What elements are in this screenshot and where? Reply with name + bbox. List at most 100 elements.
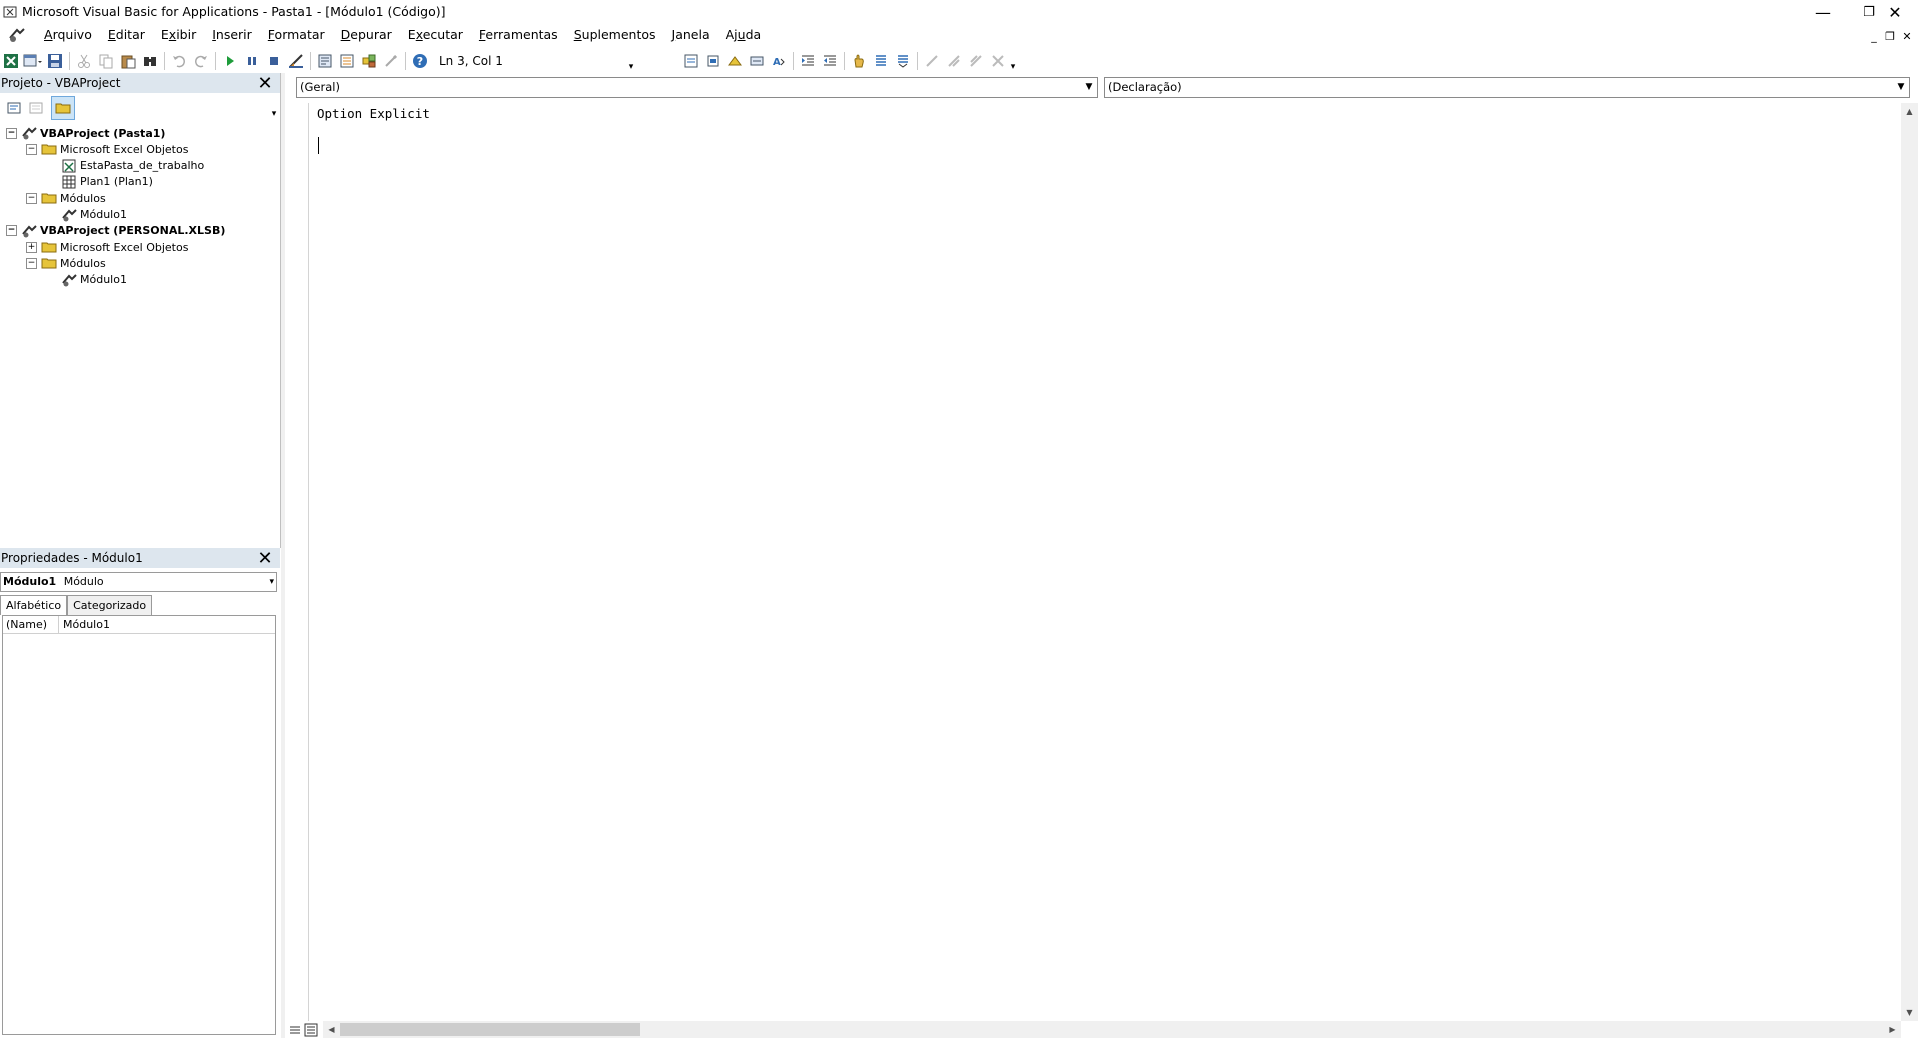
scroll-left-icon[interactable]: ◀	[323, 1021, 340, 1038]
collapse-icon[interactable]: −	[26, 143, 37, 155]
collapse-icon[interactable]: −	[6, 225, 17, 237]
scroll-thumb[interactable]	[340, 1023, 640, 1036]
copy-button[interactable]	[95, 50, 117, 72]
vba-menu-icon[interactable]	[8, 26, 26, 44]
view-object-button[interactable]	[25, 97, 47, 119]
complete-word-button[interactable]: A	[768, 50, 790, 72]
menu-item-ferramentas[interactable]: Ferramentas	[471, 24, 566, 46]
menu-item-janela[interactable]: Janela	[664, 24, 718, 46]
project-explorer-close-button[interactable]: ✕	[256, 73, 274, 94]
redo-button[interactable]	[190, 50, 212, 72]
menu-item-exibir[interactable]: Exibir	[153, 24, 204, 46]
clear-bookmarks-button[interactable]	[987, 50, 1009, 72]
horizontal-scrollbar[interactable]: ◀ ▶	[323, 1021, 1901, 1038]
toggle-bookmark-button[interactable]	[921, 50, 943, 72]
menu-label-part: erramentas	[485, 27, 558, 42]
run-button[interactable]	[219, 50, 241, 72]
toolbox-button[interactable]	[380, 50, 402, 72]
toolbar-options-chevron[interactable]: ▾	[627, 50, 635, 72]
quick-info-button[interactable]	[724, 50, 746, 72]
object-selector[interactable]: Módulo1 Módulo ▾	[0, 572, 277, 592]
save-button[interactable]	[44, 50, 66, 72]
panel-splitter[interactable]	[281, 73, 285, 1038]
tree-item[interactable]: Módulo1	[46, 207, 127, 223]
outdent-button[interactable]	[819, 50, 841, 72]
previous-bookmark-icon	[970, 55, 982, 67]
undo-button[interactable]	[168, 50, 190, 72]
menu-item-formatar[interactable]: Formatar	[260, 24, 333, 46]
procedure-combo[interactable]: (Declaração) ▼	[1104, 77, 1910, 98]
design-mode-button[interactable]	[285, 50, 307, 72]
tree-item[interactable]: − Módulos	[26, 255, 106, 271]
cut-button[interactable]	[73, 50, 95, 72]
properties-icon	[340, 54, 354, 68]
code-editor[interactable]: Option Explicit	[317, 105, 430, 123]
menu-item-arquivo[interactable]: Arquivo	[36, 24, 100, 46]
cursor-position: Ln 3, Col 1	[439, 54, 503, 68]
collapse-icon[interactable]: −	[6, 127, 17, 139]
object-browser-button[interactable]	[358, 50, 380, 72]
toggle-breakpoint-button[interactable]	[848, 50, 870, 72]
close-button[interactable]: ✕	[1872, 0, 1918, 24]
comment-block-button[interactable]	[870, 50, 892, 72]
tree-item[interactable]: Plan1 (Plan1)	[46, 174, 153, 190]
mdi-close-button[interactable]: ✕	[1899, 28, 1915, 44]
menu-item-editar[interactable]: Editar	[100, 24, 153, 46]
expand-icon[interactable]: +	[26, 241, 37, 253]
find-button[interactable]	[139, 50, 161, 72]
parameter-info-button[interactable]	[746, 50, 768, 72]
toggle-folders-button[interactable]	[51, 96, 75, 120]
edit-toolbar-options-chevron[interactable]: ▾	[1009, 50, 1017, 72]
next-bookmark-button[interactable]	[943, 50, 965, 72]
property-value[interactable]: Módulo1	[59, 616, 110, 633]
view-code-button[interactable]	[3, 97, 25, 119]
menu-item-ajuda[interactable]: Ajuda	[718, 24, 770, 46]
previous-bookmark-button[interactable]	[965, 50, 987, 72]
object-combo[interactable]: (Geral) ▼	[296, 77, 1098, 98]
scroll-up-icon[interactable]: ▲	[1901, 103, 1918, 120]
menu-accelerator: D	[340, 27, 351, 42]
tree-item[interactable]: − VBAProject (PERSONAL.XLSB)	[6, 223, 225, 239]
properties-window-button[interactable]	[336, 50, 358, 72]
help-button[interactable]: ?	[409, 50, 431, 72]
tree-item[interactable]: EstaPasta_de_trabalho	[46, 158, 204, 174]
properties-close-button[interactable]: ✕	[256, 548, 274, 569]
vertical-scrollbar[interactable]: ▲ ▼	[1901, 103, 1918, 1021]
project-toolbar-chevron[interactable]: ▾	[270, 97, 278, 119]
menu-item-suplementos[interactable]: Suplementos	[566, 24, 664, 46]
paste-button[interactable]	[117, 50, 139, 72]
scroll-right-icon[interactable]: ▶	[1884, 1021, 1901, 1038]
tree-item-label: Microsoft Excel Objetos	[60, 142, 189, 156]
menu-item-depurar[interactable]: Depurar	[333, 24, 400, 46]
tree-item[interactable]: Módulo1	[46, 272, 127, 288]
tree-item[interactable]: − Módulos	[26, 190, 106, 206]
uncomment-block-button[interactable]	[892, 50, 914, 72]
break-button[interactable]	[241, 50, 263, 72]
procedure-view-icon[interactable]	[288, 1023, 302, 1037]
collapse-icon[interactable]: −	[26, 257, 37, 269]
tab-categorizado[interactable]: Categorizado	[67, 595, 153, 615]
redo-icon	[194, 55, 207, 68]
mdi-minimize-button[interactable]: _	[1866, 28, 1882, 44]
tree-item[interactable]: + Microsoft Excel Objetos	[26, 239, 188, 255]
tab-alfabetico[interactable]: Alfabético	[0, 595, 68, 615]
minimize-button[interactable]: —	[1800, 0, 1846, 24]
insert-userform-button[interactable]	[22, 50, 44, 72]
list-constants-button[interactable]	[702, 50, 724, 72]
property-row-name[interactable]: (Name) Módulo1	[3, 616, 275, 634]
view-excel-button[interactable]	[0, 50, 22, 72]
list-properties-button[interactable]	[680, 50, 702, 72]
reset-button[interactable]	[263, 50, 285, 72]
menu-item-inserir[interactable]: Inserir	[204, 24, 260, 46]
excel-icon	[4, 54, 18, 68]
tree-item[interactable]: − Microsoft Excel Objetos	[26, 141, 188, 157]
full-module-view-icon[interactable]	[304, 1023, 318, 1037]
tree-item[interactable]: − VBAProject (Pasta1)	[6, 125, 165, 141]
mdi-restore-button[interactable]: ❐	[1882, 28, 1898, 44]
scroll-down-icon[interactable]: ▼	[1901, 1004, 1918, 1021]
menu-item-executar[interactable]: Executar	[400, 24, 471, 46]
project-explorer-button[interactable]	[314, 50, 336, 72]
indent-button[interactable]	[797, 50, 819, 72]
collapse-icon[interactable]: −	[26, 192, 37, 204]
indicator-margin[interactable]	[286, 103, 309, 1038]
